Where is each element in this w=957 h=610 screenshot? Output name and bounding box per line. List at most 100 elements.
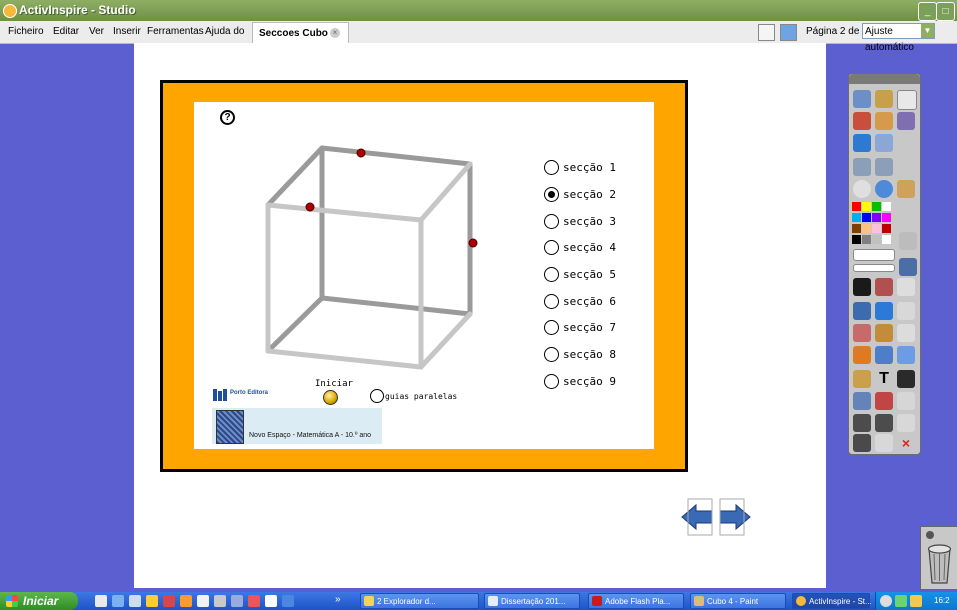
radio-button[interactable] bbox=[544, 214, 559, 229]
menu-ver[interactable]: Ver bbox=[89, 26, 104, 37]
menu-ficheiro[interactable]: Ficheiro bbox=[8, 26, 44, 37]
next-page-tool-icon[interactable] bbox=[875, 158, 893, 176]
minimize-button[interactable]: _ bbox=[918, 2, 937, 21]
color-swatch[interactable] bbox=[862, 202, 871, 211]
menu-ferramentas[interactable]: Ferramentas bbox=[147, 26, 204, 37]
reset-page-icon[interactable] bbox=[853, 112, 871, 130]
quicklaunch-icon[interactable] bbox=[265, 595, 277, 607]
trash-can-icon[interactable] bbox=[921, 527, 957, 589]
refresh-icon[interactable] bbox=[875, 392, 893, 410]
color-swatch[interactable] bbox=[872, 202, 881, 211]
radio-button[interactable] bbox=[544, 240, 559, 255]
undo-icon[interactable] bbox=[853, 414, 871, 432]
section-point[interactable] bbox=[468, 238, 478, 248]
color-swatch[interactable] bbox=[852, 213, 861, 222]
page-icon[interactable] bbox=[897, 392, 915, 410]
radio-button[interactable] bbox=[544, 294, 559, 309]
quicklaunch-icon[interactable] bbox=[214, 595, 226, 607]
pen-width-icon[interactable] bbox=[853, 249, 895, 261]
pen-mode-icon[interactable] bbox=[897, 112, 915, 130]
start-button[interactable]: Iniciar bbox=[0, 592, 78, 610]
quicklaunch-icon[interactable] bbox=[146, 595, 158, 607]
browser-icon[interactable] bbox=[875, 90, 893, 108]
taskbar-button-word[interactable]: Dissertação 201... bbox=[484, 593, 580, 609]
close-icon[interactable]: × bbox=[330, 28, 340, 38]
section-point[interactable] bbox=[305, 202, 315, 212]
quicklaunch-icon[interactable] bbox=[180, 595, 192, 607]
camera-icon[interactable] bbox=[875, 112, 893, 130]
quicklaunch-icon[interactable] bbox=[197, 595, 209, 607]
network-icon[interactable] bbox=[895, 595, 907, 607]
width-slider[interactable] bbox=[853, 264, 895, 272]
radio-button[interactable] bbox=[544, 187, 559, 202]
highlighter-icon[interactable] bbox=[875, 302, 893, 320]
color-swatch[interactable] bbox=[882, 235, 891, 244]
user-icon[interactable] bbox=[897, 90, 917, 110]
color-swatch[interactable] bbox=[862, 224, 871, 233]
color-swatch[interactable] bbox=[852, 202, 861, 211]
page-view-icon[interactable] bbox=[758, 24, 775, 41]
connector-icon[interactable] bbox=[875, 346, 893, 364]
previous-page-tool-icon[interactable] bbox=[853, 158, 871, 176]
color-swatch[interactable] bbox=[862, 235, 871, 244]
trash-panel[interactable] bbox=[920, 526, 957, 590]
menu-editar[interactable]: Editar bbox=[53, 26, 79, 37]
taskbar-more-button[interactable]: » bbox=[335, 594, 341, 605]
color-swatch[interactable] bbox=[872, 224, 881, 233]
close-toolbox-icon[interactable]: × bbox=[897, 434, 915, 452]
fill-icon[interactable] bbox=[875, 324, 893, 342]
radio-button[interactable] bbox=[544, 160, 559, 175]
quicklaunch-icon[interactable] bbox=[282, 595, 294, 607]
radio-button[interactable] bbox=[544, 347, 559, 362]
magic-pen-icon[interactable] bbox=[897, 302, 915, 320]
scissors-icon[interactable] bbox=[899, 232, 917, 250]
text-tool-icon[interactable]: T bbox=[875, 370, 893, 388]
marquee-icon[interactable] bbox=[897, 278, 915, 296]
color-swatch[interactable] bbox=[872, 235, 881, 244]
grid-icon[interactable] bbox=[853, 434, 871, 452]
start-button[interactable] bbox=[323, 390, 338, 405]
tray-expand-icon[interactable] bbox=[880, 595, 892, 607]
color-swatch[interactable] bbox=[852, 235, 861, 244]
clipboard-icon[interactable] bbox=[897, 414, 915, 432]
color-swatch[interactable] bbox=[882, 202, 891, 211]
quicklaunch-icon[interactable] bbox=[95, 595, 107, 607]
tools-icon[interactable] bbox=[875, 134, 893, 152]
eraser-icon[interactable] bbox=[853, 324, 871, 342]
toolbox-handle[interactable] bbox=[849, 74, 920, 84]
color-swatch[interactable] bbox=[882, 213, 891, 222]
taskbar-button-flash[interactable]: Adobe Flash Pla... bbox=[588, 593, 684, 609]
tab-seccoes-cubo[interactable]: Seccoes Cubo * × bbox=[252, 22, 349, 44]
menu-ajuda[interactable]: Ajuda do bbox=[205, 26, 244, 37]
select-icon[interactable] bbox=[853, 278, 871, 296]
section-point[interactable] bbox=[356, 148, 366, 158]
taskbar-button-explorer[interactable]: 2 Explorador d... bbox=[360, 593, 479, 609]
calculator-icon[interactable] bbox=[875, 434, 893, 452]
teacher-lock-icon[interactable] bbox=[853, 392, 871, 410]
freeze-icon[interactable] bbox=[897, 346, 915, 364]
shape-icon[interactable] bbox=[853, 346, 871, 364]
main-toolbox[interactable]: T × bbox=[848, 73, 921, 455]
color-swatch[interactable] bbox=[872, 213, 881, 222]
radio-button[interactable] bbox=[544, 320, 559, 335]
zoom-select[interactable]: Ajuste automático ▼ bbox=[862, 23, 935, 53]
save-icon[interactable] bbox=[897, 370, 915, 388]
previous-page-icon[interactable] bbox=[681, 498, 713, 536]
magic-ink-icon[interactable] bbox=[897, 180, 915, 198]
quicklaunch-icon[interactable] bbox=[163, 595, 175, 607]
revealer-icon[interactable] bbox=[897, 324, 915, 342]
color-swatch[interactable] bbox=[862, 213, 871, 222]
quicklaunch-icon[interactable] bbox=[129, 595, 141, 607]
desktop-icon[interactable] bbox=[853, 134, 871, 152]
next-page-icon[interactable] bbox=[719, 498, 751, 536]
page-transparency-icon[interactable] bbox=[899, 258, 917, 276]
radio-button[interactable] bbox=[544, 374, 559, 389]
desktop-annotate-icon[interactable] bbox=[780, 24, 797, 41]
color-swatch[interactable] bbox=[882, 224, 891, 233]
spotlight-icon[interactable] bbox=[853, 370, 871, 388]
flash-content[interactable]: ? secção 1 secção 2 secção 3 secção 4 se… bbox=[194, 102, 654, 449]
toolbox-tools-icon[interactable] bbox=[875, 278, 893, 296]
play-icon[interactable] bbox=[853, 180, 871, 198]
quicklaunch-icon[interactable] bbox=[231, 595, 243, 607]
radio-button[interactable] bbox=[544, 267, 559, 282]
